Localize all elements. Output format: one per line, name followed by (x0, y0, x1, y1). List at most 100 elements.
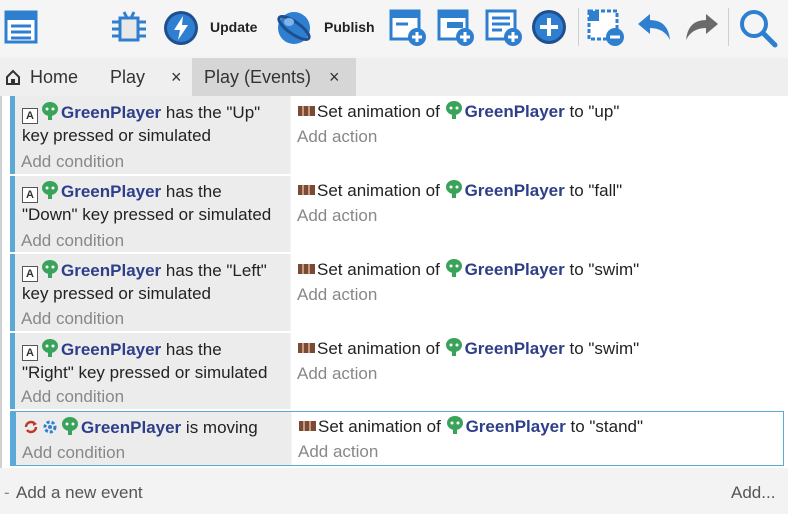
refresh-icon (24, 420, 38, 434)
action-text: to "fall" (564, 181, 623, 200)
condition-text: has the (161, 182, 222, 201)
publish-button[interactable]: Publish (324, 19, 375, 35)
action-text: Set animation of (317, 102, 445, 121)
alien-icon (445, 101, 462, 119)
animation-icon (298, 106, 315, 116)
conditions-column[interactable]: A GreenPlayer has the "Down" key pressed … (15, 176, 290, 252)
tab-home[interactable]: Home (4, 58, 96, 96)
project-manager-icon[interactable] (4, 10, 40, 44)
globe-icon[interactable] (274, 8, 314, 48)
actions-column[interactable]: Set animation of GreenPlayer to "swim" A… (291, 333, 784, 409)
action-text: Set animation of (318, 417, 446, 436)
actions-column[interactable]: Set animation of GreenPlayer to "stand" … (292, 412, 783, 465)
event-row[interactable]: A GreenPlayer has the "Left" key pressed … (10, 254, 784, 331)
add-condition-link[interactable]: Add condition (21, 308, 124, 330)
actions-column[interactable]: Set animation of GreenPlayer to "up" Add… (291, 96, 784, 174)
keyboard-key-icon: A (22, 345, 38, 361)
lightning-icon[interactable] (162, 9, 200, 47)
keyboard-key-icon: A (22, 266, 38, 282)
close-icon[interactable]: × (171, 67, 182, 88)
tab-play-label: Play (110, 66, 146, 87)
add-event-icon[interactable] (388, 8, 428, 48)
add-new-event-link[interactable]: Add a new event (16, 482, 143, 504)
gear-icon (43, 420, 57, 434)
toolbar: Update Publish (0, 0, 788, 56)
close-icon[interactable]: × (329, 67, 340, 88)
add-event-prefix: - (4, 483, 10, 502)
alien-icon (42, 339, 58, 357)
alien-icon (42, 181, 58, 199)
add-condition-link[interactable]: Add condition (22, 442, 125, 464)
conditions-column[interactable]: GreenPlayer is moving Add condition (16, 412, 291, 465)
alien-icon (445, 338, 462, 356)
action-text: to "up" (564, 102, 620, 121)
alien-icon (42, 260, 58, 278)
condition-text: has the "Up" (161, 103, 261, 122)
tab-play-events[interactable]: Play (Events) × (192, 58, 356, 96)
tab-play-events-label: Play (Events) (204, 66, 312, 87)
object-name[interactable]: GreenPlayer (61, 261, 161, 280)
add-more-link[interactable]: Add... (731, 482, 775, 504)
action-text: Set animation of (317, 339, 445, 358)
object-name[interactable]: GreenPlayer (465, 102, 565, 121)
add-action-link[interactable]: Add action (297, 363, 377, 385)
object-name[interactable]: GreenPlayer (81, 418, 181, 437)
delete-icon[interactable] (586, 8, 626, 48)
action-text: to "swim" (564, 339, 640, 358)
add-icon[interactable] (530, 8, 568, 46)
condition-text: is moving (181, 418, 258, 437)
add-comment-icon[interactable] (484, 8, 524, 48)
object-name[interactable]: GreenPlayer (465, 339, 565, 358)
actions-column[interactable]: Set animation of GreenPlayer to "swim" A… (291, 254, 784, 331)
event-row[interactable]: A GreenPlayer has the "Right" key pressed… (10, 333, 784, 409)
object-name[interactable]: GreenPlayer (61, 182, 161, 201)
object-name[interactable]: GreenPlayer (465, 260, 565, 279)
conditions-column[interactable]: A GreenPlayer has the "Right" key pressed… (15, 333, 290, 409)
event-row[interactable]: A GreenPlayer has the "Down" key pressed … (10, 176, 784, 252)
alien-icon (446, 416, 463, 434)
object-name[interactable]: GreenPlayer (61, 103, 161, 122)
add-condition-link[interactable]: Add condition (21, 386, 124, 408)
animation-icon (298, 343, 315, 353)
add-action-link[interactable]: Add action (297, 205, 377, 227)
tab-home-label: Home (30, 66, 79, 87)
redo-icon[interactable] (682, 10, 720, 44)
left-gutter (0, 96, 2, 468)
debugger-icon[interactable] (110, 10, 148, 46)
event-row-selected[interactable]: GreenPlayer is moving Add condition Set … (10, 411, 784, 466)
alien-icon (445, 259, 462, 277)
action-text: to "stand" (565, 417, 644, 436)
add-condition-link[interactable]: Add condition (21, 151, 124, 173)
actions-column[interactable]: Set animation of GreenPlayer to "fall" A… (291, 176, 784, 252)
search-icon[interactable] (738, 8, 778, 48)
condition-text: "Right" key pressed or simulated (22, 363, 268, 382)
action-text: Set animation of (317, 260, 445, 279)
update-button[interactable]: Update (210, 19, 257, 35)
condition-text: has the (161, 340, 222, 359)
condition-text: has the "Left" (161, 261, 267, 280)
object-name[interactable]: GreenPlayer (61, 340, 161, 359)
add-action-link[interactable]: Add action (298, 441, 378, 463)
alien-icon (42, 102, 58, 120)
event-row[interactable]: A GreenPlayer has the "Up" key pressed or… (10, 96, 784, 174)
add-action-link[interactable]: Add action (297, 126, 377, 148)
home-icon (6, 69, 20, 85)
add-subevent-icon[interactable] (436, 8, 476, 48)
tab-play[interactable]: Play × (110, 58, 190, 96)
undo-icon[interactable] (636, 10, 674, 44)
events-footer: - Add a new event Add... (0, 474, 788, 514)
add-condition-link[interactable]: Add condition (21, 230, 124, 252)
object-name[interactable]: GreenPlayer (466, 417, 566, 436)
events-sheet: A GreenPlayer has the "Up" key pressed or… (0, 96, 788, 468)
animation-icon (299, 421, 316, 431)
toolbar-separator (728, 8, 729, 46)
conditions-column[interactable]: A GreenPlayer has the "Up" key pressed or… (15, 96, 290, 174)
alien-icon (62, 417, 78, 435)
keyboard-key-icon: A (22, 187, 38, 203)
object-name[interactable]: GreenPlayer (465, 181, 565, 200)
add-action-link[interactable]: Add action (297, 284, 377, 306)
action-text: to "swim" (564, 260, 640, 279)
animation-icon (298, 264, 315, 274)
alien-icon (445, 180, 462, 198)
conditions-column[interactable]: A GreenPlayer has the "Left" key pressed … (15, 254, 290, 331)
